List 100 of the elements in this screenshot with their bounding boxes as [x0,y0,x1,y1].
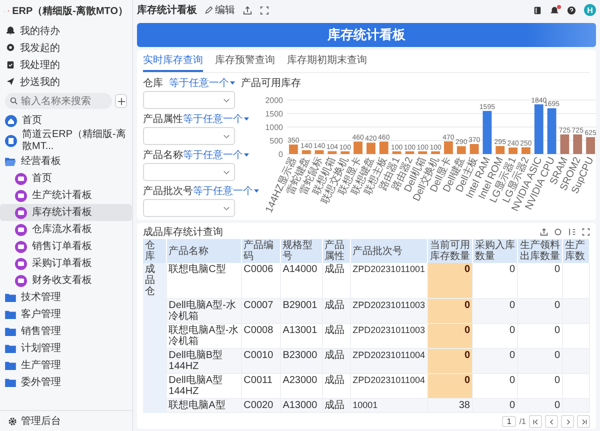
add-button[interactable] [115,94,127,108]
table-title: 成品库存统计查询 [143,226,223,239]
help-icon[interactable] [567,6,576,14]
table-cell: 0 [518,348,562,374]
operator-dropdown[interactable]: 等于任意一个 [183,148,249,162]
banner-title: 库存统计看板 [328,26,406,44]
previous-page-button[interactable] [545,415,558,428]
first-page-button[interactable] [529,415,542,428]
folder-icon [5,378,16,387]
chevron-right-icon [564,418,570,424]
folder-icon [5,310,16,319]
admin-link[interactable]: 管理后台 [0,410,132,431]
nav-item[interactable]: 客户管理 [0,306,132,323]
next-page-button[interactable] [561,415,574,428]
last-page-icon [580,418,586,424]
axis-tick-label: 0 [278,150,283,159]
export-icon[interactable] [540,228,548,236]
nav-item[interactable]: 采购订单看板 [0,255,132,272]
sidebar-link[interactable]: 我处理的 [0,56,132,73]
tab[interactable]: 实时库存查询 [143,50,203,72]
column-header: 当前可用库存数量 [428,239,472,263]
nav-item[interactable]: 生产管理 [0,357,132,374]
page-title: 库存统计看板 [137,3,197,17]
last-page-button[interactable] [577,415,590,428]
table-cell: ZPD20231011004 [350,348,428,374]
chevron-down-icon [223,206,230,210]
column-header: 产品编码 [241,239,280,263]
filter-label: 仓库 [143,76,163,90]
app-icon [5,135,17,147]
first-page-icon [532,418,538,424]
column-header: 产品批次号 [350,239,428,263]
operator-dropdown[interactable]: 等于任意一个 [169,76,235,90]
nav-item[interactable]: 生产统计看板 [0,187,132,204]
table-cell: C0010 [241,348,280,374]
column-settings-icon[interactable] [568,228,576,236]
filter-label: 产品批次号 [143,184,193,198]
gear-icon [8,416,17,426]
table-cell: 0 [472,398,518,412]
column-header: 生产库数 [562,239,590,263]
nav-item[interactable]: 委外管理 [0,374,132,391]
sidebar-link[interactable]: 抄送我的 [0,73,132,90]
nav-item[interactable]: 销售订单看板 [0,238,132,255]
axis-tick-label: 1500 [265,110,283,118]
sidebar-link[interactable]: 我发起的 [0,39,132,56]
edit-button[interactable]: 编辑 [205,3,235,17]
table-cell: B29001 [280,298,322,324]
table-cell: A13000 [280,398,322,412]
search-field[interactable]: 输入名称来搜索 [5,93,112,109]
nav-item[interactable]: 简道云ERP（精细版-离散MT... [0,129,132,153]
operator-dropdown[interactable]: 等于任意一个 [183,112,249,126]
filter-label: 产品属性 [143,112,183,126]
fullscreen-icon[interactable] [582,228,590,236]
table-cell: 联想电脑A型 [166,398,242,412]
column-header: 产品名称 [166,239,242,263]
table-cell: 成品 [322,398,350,412]
nav-item[interactable]: 销售管理 [0,323,132,340]
nav-item[interactable]: 库存统计看板 [0,204,132,221]
folder-open-icon [5,157,16,166]
table-cell: C0020 [241,398,280,412]
dashboard-icon [15,172,27,184]
nav-item[interactable]: 技术管理 [0,289,132,306]
table-cell: 0 [428,298,472,324]
tab[interactable]: 库存期初期末查询 [287,50,367,72]
folder-icon [5,361,16,370]
nav-item[interactable]: 首页 [0,112,132,129]
bell-icon[interactable] [550,6,559,14]
table-cell: 0 [472,298,518,324]
column-header: 产品属性 [322,239,350,263]
sidebar-link[interactable]: 我的待办 [0,22,132,39]
axis-tick-label: 500 [270,136,283,146]
folder-icon [5,327,16,336]
dashboard-icon [15,240,27,252]
tab[interactable]: 库存预警查询 [215,50,275,72]
table-cell: 成品 [322,298,350,324]
dashboard-icon [15,224,27,236]
table-cell: B23000 [280,348,322,374]
table-cell: 0 [428,374,472,398]
fullscreen-icon[interactable] [260,6,269,14]
caret-icon [230,81,235,85]
refresh-icon[interactable] [554,228,562,236]
nav-item[interactable]: 财务收支看板 [0,272,132,289]
search-icon [10,97,18,105]
nav-item[interactable]: 仓库流水看板 [0,221,132,238]
operator-dropdown[interactable]: 等于任意一个 [193,184,259,198]
app-title: ERP（精细版-离散MTO） [12,4,128,18]
nav-item[interactable]: 计划管理 [0,340,132,357]
table-cell: 成品仓 [143,263,166,298]
chevron-down-icon [223,98,230,102]
nav-item[interactable]: 经营看板 [0,153,132,170]
folder-icon [5,344,16,353]
folder-icon [5,293,16,302]
record-icon [6,43,15,52]
pencil-icon [205,6,213,14]
nav-item[interactable]: 首页 [0,170,132,187]
table-cell: 0 [472,348,518,374]
page-number-field[interactable]: 1 [502,416,516,427]
book-icon[interactable] [533,6,542,14]
dashboard-icon [15,206,27,218]
share-icon[interactable] [243,6,252,14]
send-icon [6,77,15,86]
